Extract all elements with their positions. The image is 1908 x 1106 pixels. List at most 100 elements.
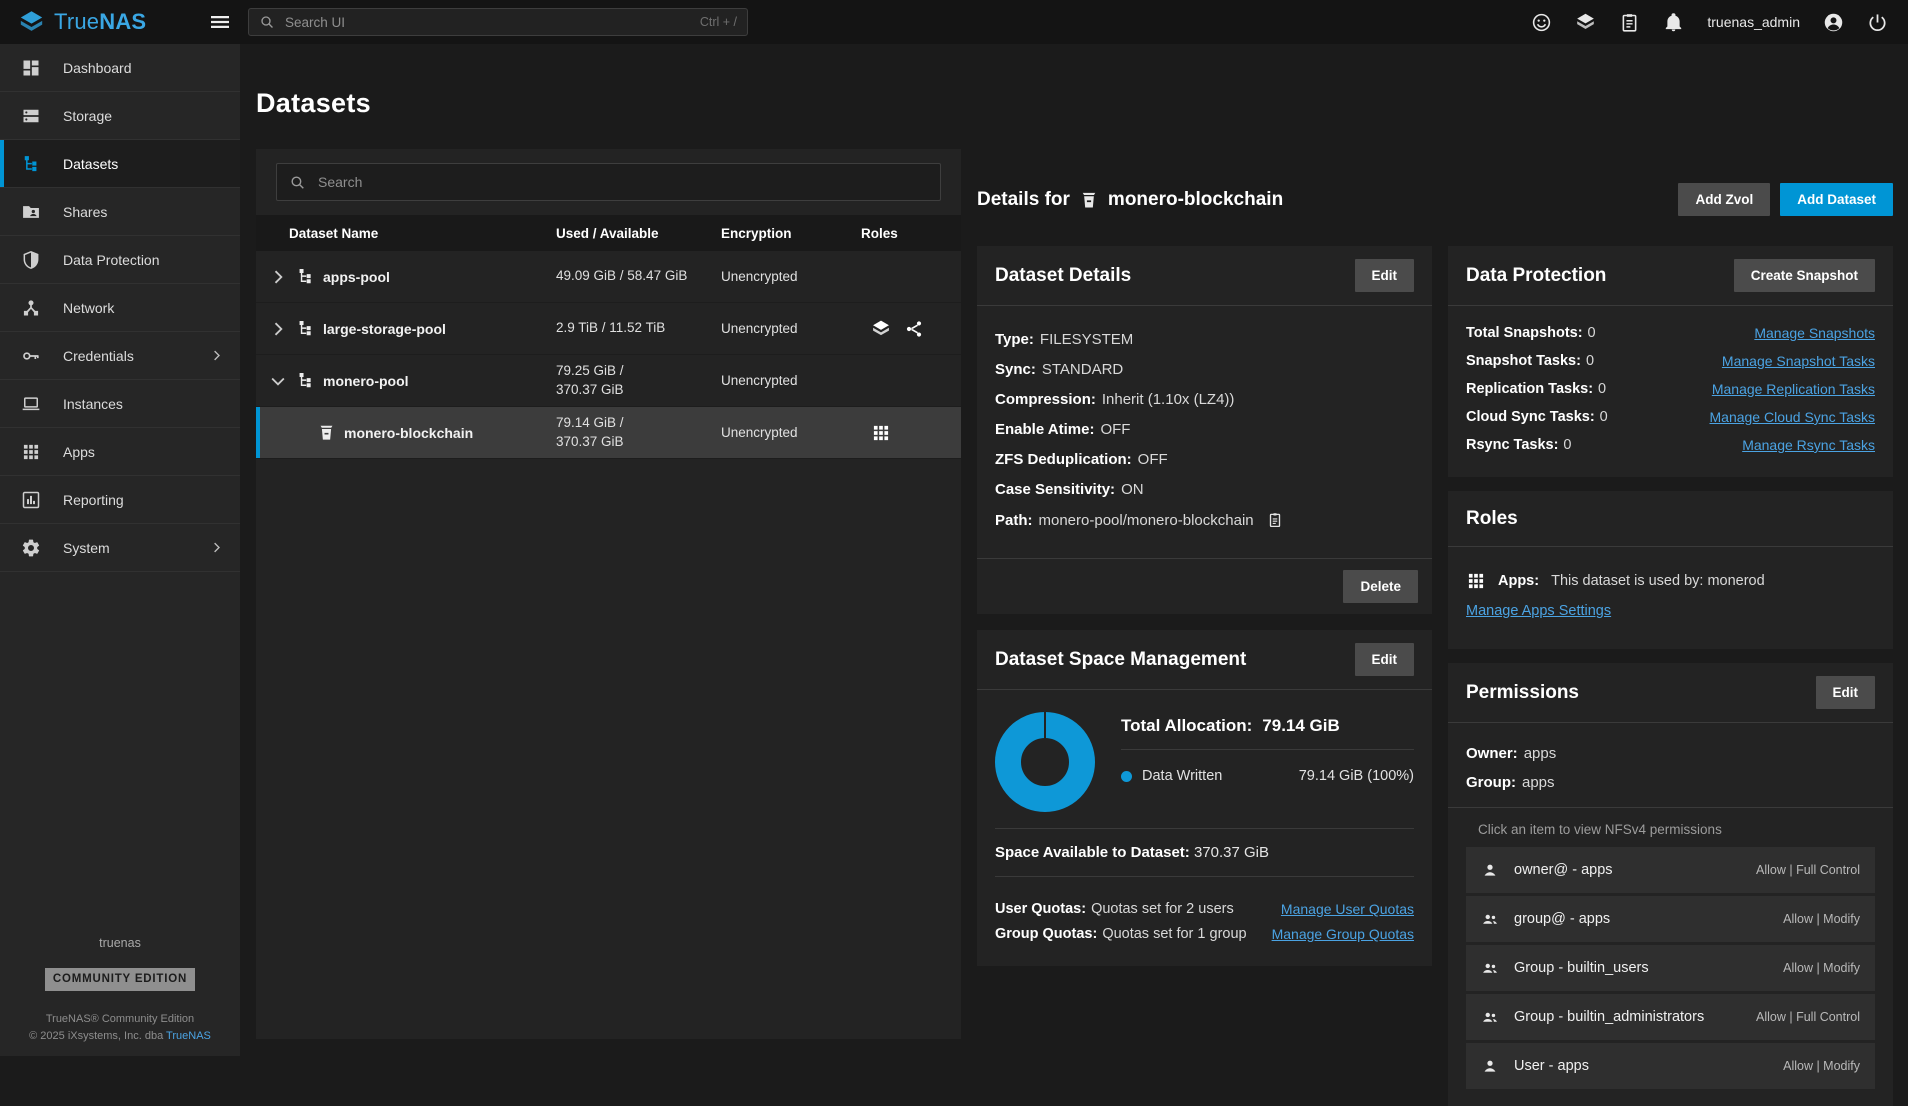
truenas-link[interactable]: TrueNAS: [166, 1030, 211, 1042]
data-protection-card: Data Protection Create Snapshot Total Sn…: [1448, 246, 1893, 477]
manage-cloud-sync-tasks-link[interactable]: Manage Cloud Sync Tasks: [1710, 409, 1876, 425]
dataset-details-card: Dataset Details Edit Type:FILESYSTEM Syn…: [977, 246, 1432, 614]
user-avatar-icon[interactable]: [1823, 12, 1844, 33]
search-icon: [259, 14, 275, 30]
key-icon: [21, 346, 41, 366]
sidebar-item-network[interactable]: Network: [0, 284, 240, 332]
edit-space-button[interactable]: Edit: [1355, 643, 1415, 676]
roles-card: Roles Apps: This dataset is used by: mon…: [1448, 491, 1893, 649]
sidebar-item-label: Dashboard: [63, 60, 132, 76]
sidebar-item-label: Apps: [63, 444, 95, 460]
detail-type: Type:FILESYSTEM: [995, 331, 1414, 348]
roles-cell: [861, 423, 961, 443]
sidebar-item-dashboard[interactable]: Dashboard: [0, 44, 240, 92]
edit-dataset-details-button[interactable]: Edit: [1355, 259, 1415, 292]
sidebar-item-storage[interactable]: Storage: [0, 92, 240, 140]
card-title: Permissions: [1466, 682, 1579, 704]
global-search[interactable]: Ctrl + /: [248, 8, 748, 36]
sidebar-item-instances[interactable]: Instances: [0, 380, 240, 428]
chevron-right-icon[interactable]: [268, 319, 288, 339]
nfsv4-hint: Click an item to view NFSv4 permissions: [1448, 807, 1893, 847]
permission-item-builtin-administrators[interactable]: Group - builtin_administrators Allow | F…: [1466, 994, 1875, 1040]
manage-apps-settings-link[interactable]: Manage Apps Settings: [1466, 603, 1611, 619]
ace-who: Group - builtin_administrators: [1514, 1009, 1704, 1025]
jobs-checklist-icon[interactable]: [1619, 12, 1640, 33]
permission-item-user-apps[interactable]: User - apps Allow | Modify: [1466, 1043, 1875, 1089]
edition-line: TrueNAS® Community Edition: [0, 1011, 240, 1028]
create-snapshot-button[interactable]: Create Snapshot: [1734, 259, 1875, 292]
truenas-logo-text: TrueNAS: [54, 9, 146, 35]
detail-path: Path:monero-pool/monero-blockchain: [995, 511, 1414, 529]
dataset-name: monero-pool: [323, 373, 409, 389]
card-title: Dataset Space Management: [995, 649, 1246, 671]
dataset-tree-panel: Dataset Name Used / Available Encryption…: [256, 149, 961, 1039]
table-row-apps-pool[interactable]: apps-pool 49.09 GiB / 58.47 GiB Unencryp…: [256, 251, 961, 303]
notifications-bell-icon[interactable]: [1663, 12, 1684, 33]
encryption-state: Unencrypted: [721, 373, 861, 388]
sidebar-item-label: Credentials: [63, 348, 134, 364]
sidebar-item-shares[interactable]: Shares: [0, 188, 240, 236]
chevron-down-icon[interactable]: [268, 371, 288, 391]
detail-case-sensitivity: Case Sensitivity:ON: [995, 481, 1414, 498]
dataset-search[interactable]: [276, 163, 941, 201]
person-icon: [1481, 861, 1499, 879]
delete-dataset-button[interactable]: Delete: [1343, 570, 1418, 603]
hamburger-menu-icon[interactable]: [208, 10, 232, 34]
copy-path-icon[interactable]: [1266, 511, 1284, 529]
logged-in-username: truenas_admin: [1707, 14, 1800, 30]
roles-apps-text: This dataset is used by: monerod: [1551, 573, 1765, 589]
user-quotas-row: User Quotas:Quotas set for 2 users Manag…: [995, 901, 1414, 917]
permission-item-owner[interactable]: owner@ - apps Allow | Full Control: [1466, 847, 1875, 893]
manage-replication-tasks-link[interactable]: Manage Replication Tasks: [1712, 381, 1875, 397]
used-available: 79.14 GiB /: [556, 414, 721, 432]
table-row-monero-blockchain[interactable]: monero-blockchain 79.14 GiB /370.37 GiB …: [256, 407, 961, 459]
tree-table-header: Dataset Name Used / Available Encryption…: [256, 215, 961, 251]
encryption-state: Unencrypted: [721, 269, 861, 284]
sidebar-item-reporting[interactable]: Reporting: [0, 476, 240, 524]
table-row-monero-pool[interactable]: monero-pool 79.25 GiB /370.37 GiB Unencr…: [256, 355, 961, 407]
sidebar-item-system[interactable]: System: [0, 524, 240, 572]
manage-group-quotas-link[interactable]: Manage Group Quotas: [1272, 926, 1414, 942]
selected-dataset-name: monero-blockchain: [1108, 189, 1283, 211]
hostname: truenas: [0, 934, 240, 953]
manage-rsync-tasks-link[interactable]: Manage Rsync Tasks: [1742, 437, 1875, 453]
truenas-logo[interactable]: TrueNAS: [0, 9, 200, 36]
roles-cell: [861, 319, 961, 339]
dataset-search-input[interactable]: [318, 174, 928, 190]
truecommand-icon[interactable]: [1575, 12, 1596, 33]
permission-item-builtin-users[interactable]: Group - builtin_users Allow | Modify: [1466, 945, 1875, 991]
add-zvol-button[interactable]: Add Zvol: [1678, 183, 1770, 216]
group-icon: [1481, 1008, 1499, 1026]
power-icon[interactable]: [1867, 12, 1888, 33]
ace-permission: Allow | Modify: [1783, 912, 1860, 926]
sidebar-item-data-protection[interactable]: Data Protection: [0, 236, 240, 284]
table-row-large-storage-pool[interactable]: large-storage-pool 2.9 TiB / 11.52 TiB U…: [256, 303, 961, 355]
manage-snapshot-tasks-link[interactable]: Manage Snapshot Tasks: [1722, 353, 1875, 369]
edit-permissions-button[interactable]: Edit: [1816, 676, 1876, 709]
ace-permission: Allow | Modify: [1783, 1059, 1860, 1073]
card-title: Dataset Details: [995, 265, 1131, 287]
gear-icon: [21, 538, 41, 558]
sidebar-item-apps[interactable]: Apps: [0, 428, 240, 476]
manage-snapshots-link[interactable]: Manage Snapshots: [1754, 325, 1875, 341]
global-search-input[interactable]: [285, 15, 690, 30]
feedback-smiley-icon[interactable]: [1531, 12, 1552, 33]
sidebar-item-datasets[interactable]: Datasets: [0, 140, 240, 188]
details-title: Details for monero-blockchain: [977, 189, 1283, 211]
ace-permission: Allow | Full Control: [1756, 863, 1860, 877]
sidebar-item-label: Shares: [63, 204, 107, 220]
chevron-right-icon[interactable]: [268, 267, 288, 287]
add-dataset-button[interactable]: Add Dataset: [1780, 183, 1893, 216]
manage-user-quotas-link[interactable]: Manage User Quotas: [1281, 901, 1414, 917]
cloud-sync-tasks-row: Cloud Sync Tasks:0 Manage Cloud Sync Tas…: [1466, 403, 1875, 431]
permission-item-group-at[interactable]: group@ - apps Allow | Modify: [1466, 896, 1875, 942]
datasets-tree-icon: [21, 154, 41, 174]
detail-enable-atime: Enable Atime:OFF: [995, 421, 1414, 438]
bar-chart-icon: [21, 490, 41, 510]
sidebar-item-credentials[interactable]: Credentials: [0, 332, 240, 380]
search-shortcut-hint: Ctrl + /: [700, 15, 737, 29]
dataset-tree-icon: [296, 267, 315, 286]
truenas-logo-icon: [18, 9, 45, 36]
ace-who: group@ - apps: [1514, 911, 1610, 927]
encryption-state: Unencrypted: [721, 425, 861, 440]
